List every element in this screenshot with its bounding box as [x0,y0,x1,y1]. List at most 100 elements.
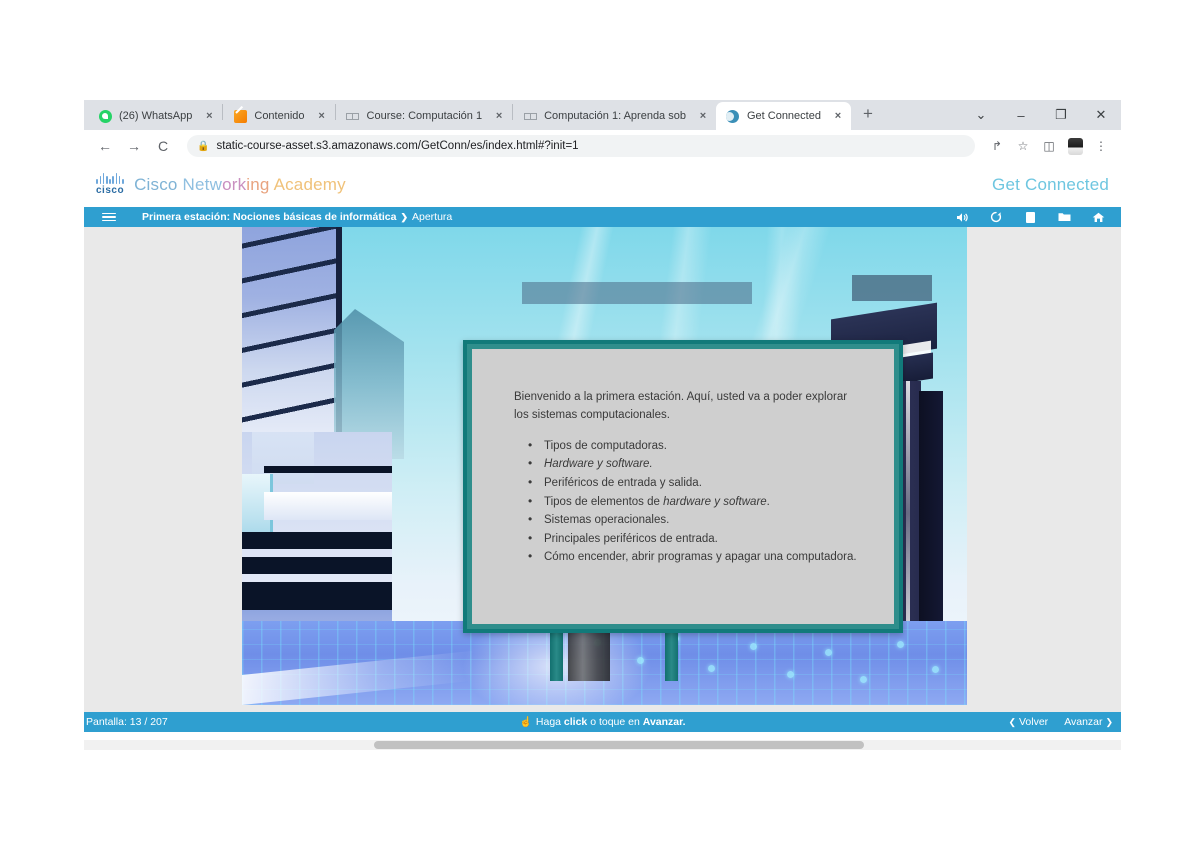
close-window-button[interactable]: ✕ [1081,100,1121,130]
netacad-icon [523,109,537,123]
chevron-down-icon[interactable]: ⌄ [961,100,1001,130]
distant-building-bar-2 [852,275,932,301]
next-button[interactable]: Avanzar ❯ [1064,716,1113,728]
list-item-text-suffix: . [766,495,770,508]
tab-strip: (26) WhatsApp × Contenido × Course: Comp… [84,100,1121,130]
hint-mid: o toque en [587,716,643,728]
toolbar-icons: ↱ ☆ ◫ ⋮ [983,134,1113,158]
list-item: Cómo encender, abrir programas y apagar … [528,547,860,567]
breadcrumb-current: Apertura [411,211,453,223]
list-item-text: Sistemas operacionales. [544,514,670,527]
screenshot-root: (26) WhatsApp × Contenido × Course: Comp… [0,0,1200,848]
tab-title: Contenido [254,110,305,122]
scrollbar-thumb[interactable] [374,741,864,749]
breadcrumb-section: Primera estación: Nociones básicas de in… [142,211,397,223]
address-bar-url: static-course-asset.s3.amazonaws.com/Get… [216,140,579,152]
browser-tab-course-computacion[interactable]: Course: Computación 1 × [336,102,513,130]
lock-icon: 🔒 [197,140,210,152]
back-icon[interactable]: ← [92,133,118,159]
monitor-bar [264,466,392,473]
list-item: Principales periféricos de entrada. [528,529,860,549]
bookmark-star-icon[interactable]: ☆ [1011,134,1035,158]
reload-icon[interactable]: C [150,133,176,159]
monitor-highlight [264,492,392,520]
hint-bold-avanzar: Avanzar. [642,716,686,728]
brand-part-5: Academy [273,174,346,194]
minimize-button[interactable]: – [1001,100,1041,130]
brand-title: Cisco Networking Academy [134,175,346,195]
tab-close-button[interactable]: × [831,110,845,122]
footer-hint: ☝ Haga click o toque en Avanzar. [84,716,1121,728]
tab-close-button[interactable]: × [315,110,329,122]
browser-toolbar: ← → C 🔒 static-course-asset.s3.amazonaws… [84,130,1121,162]
tab-close-button[interactable]: × [696,110,710,122]
reset-reload-icon[interactable] [989,211,1003,223]
browser-tab-whatsapp[interactable]: (26) WhatsApp × [88,102,222,130]
hint-bold-click: click [563,716,588,728]
course-navbar: Primera estación: Nociones básicas de in… [84,207,1121,227]
footer-nav: ❮ Volver Avanzar ❯ [1009,716,1113,728]
tab-close-button[interactable]: × [492,110,506,122]
share-icon[interactable]: ↱ [985,134,1009,158]
browser-tab-get-connected[interactable]: Get Connected × [715,102,851,130]
list-item: Hardware y software. [528,454,860,474]
browser-tab-computacion-aprenda[interactable]: Computación 1: Aprenda sob × [513,102,716,130]
brand-part-2: Netw [182,174,223,194]
chevron-left-icon: ❮ [1008,717,1017,727]
brand-part-3: ork [222,174,247,194]
list-item-text: Tipos de elementos de [544,495,664,508]
back-button[interactable]: ❮ Volver [1009,716,1049,728]
notes-icon[interactable] [1023,211,1037,223]
hamburger-icon[interactable] [102,212,116,222]
background-illustration: Bienvenido a la primera estación. Aquí, … [242,227,967,705]
browser-window: (26) WhatsApp × Contenido × Course: Comp… [84,100,1121,750]
horizontal-scrollbar[interactable] [84,740,1121,750]
cisco-header: cisco Cisco Networking Academy Get Conne… [84,162,1121,207]
hint-prefix: Haga [535,716,564,728]
side-panel-icon[interactable]: ◫ [1037,134,1061,158]
home-icon[interactable] [1091,212,1105,223]
pointer-hand-icon: ☝ [519,717,532,728]
navbar-icons [955,211,1111,223]
tower-side-face [919,391,943,621]
lesson-footer: Pantalla: 13 / 207 ☝ Haga click o toque e… [84,712,1121,732]
tab-close-button[interactable]: × [202,110,216,122]
tab-title: Get Connected [746,110,821,122]
panel-topic-list: Tipos de computadoras. Hardware y softwa… [514,436,860,567]
list-item-text-italic: Hardware y software. [544,458,653,471]
new-tab-button[interactable]: + [851,105,885,125]
list-item: Tipos de computadoras. [528,436,860,456]
cisco-logo-icon: cisco [96,173,124,196]
next-button-label: Avanzar [1064,716,1103,728]
list-item-text: Tipos de computadoras. [544,439,667,452]
browser-menu-icon[interactable]: ⋮ [1089,134,1113,158]
breadcrumb-separator-icon: ❯ [400,212,408,222]
maximize-button[interactable]: ❐ [1041,100,1081,130]
list-item-text: Periféricos de entrada y salida. [544,476,702,489]
back-button-label: Volver [1019,716,1049,728]
audio-icon[interactable] [955,212,969,223]
browser-tab-contenido[interactable]: Contenido × [223,102,334,130]
brand-part-4: ing [246,174,274,194]
course-title: Get Connected [992,174,1109,194]
tab-title: (26) WhatsApp [119,110,193,122]
list-item-text: Principales periféricos de entrada. [544,532,718,545]
address-bar[interactable]: 🔒 static-course-asset.s3.amazonaws.com/G… [187,135,975,157]
list-item: Sistemas operacionales. [528,510,860,530]
web-page-content: cisco Cisco Networking Academy Get Conne… [84,162,1121,750]
list-item: Tipos de elementos de hardware y softwar… [528,492,860,512]
profile-avatar-icon[interactable] [1063,134,1087,158]
forward-icon[interactable]: → [121,133,147,159]
tab-title: Course: Computación 1 [366,110,483,122]
monitor-bar [242,582,392,610]
pencil-icon [233,109,247,123]
netacad-icon [346,109,360,123]
resources-folder-icon[interactable] [1057,212,1071,222]
screen-counter: Pantalla: 13 / 207 [86,716,168,728]
brand-part-1: Cisco [134,174,183,194]
window-controls: ⌄ – ❐ ✕ [961,100,1121,130]
list-item: Periféricos de entrada y salida. [528,473,860,493]
content-panel: Bienvenido a la primera estación. Aquí, … [463,340,903,633]
breadcrumb: Primera estación: Nociones básicas de in… [142,211,452,223]
tab-title: Computación 1: Aprenda sob [544,110,686,122]
